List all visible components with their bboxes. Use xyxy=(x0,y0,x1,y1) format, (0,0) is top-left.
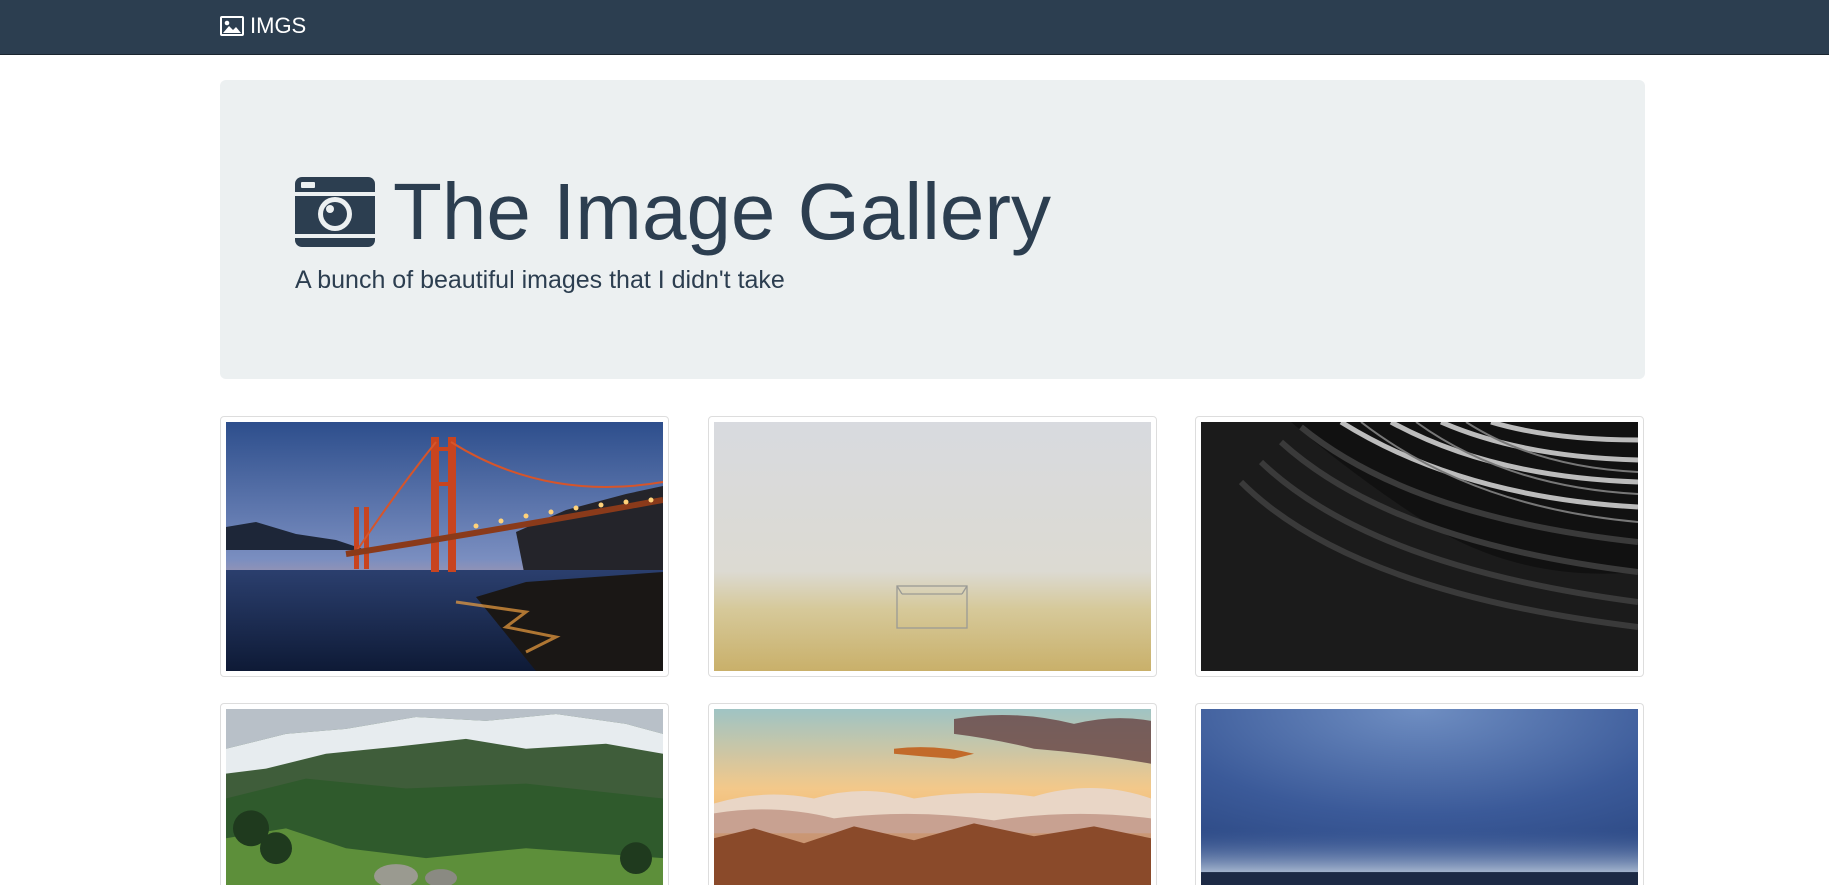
brand-link[interactable]: IMGS xyxy=(220,12,306,40)
thumbnail-4[interactable] xyxy=(220,703,669,885)
abstract-architecture-image xyxy=(1201,422,1638,671)
page-title-text: The Image Gallery xyxy=(393,167,1052,256)
snowy-mountains-image xyxy=(226,709,663,885)
thumbnail-6[interactable] xyxy=(1195,703,1644,885)
golden-gate-bridge-image xyxy=(226,422,663,671)
thumbnail-2[interactable] xyxy=(708,416,1157,677)
thumbnail-5[interactable] xyxy=(708,703,1157,885)
image-icon xyxy=(220,16,244,36)
thumbnail-1[interactable] xyxy=(220,416,669,677)
blue-sky-ocean-image xyxy=(1201,709,1638,885)
page-subtitle: A bunch of beautiful images that I didn'… xyxy=(295,266,785,294)
foggy-soccer-field-image xyxy=(714,422,1151,671)
thumbnail-3[interactable] xyxy=(1195,416,1644,677)
camera-icon xyxy=(295,177,375,247)
brand-label: IMGS xyxy=(250,13,307,38)
top-navbar: IMGS xyxy=(0,0,1829,55)
sunset-clouds-image xyxy=(714,709,1151,885)
jumbotron: The Image Gallery A bunch of beautiful i… xyxy=(220,80,1645,379)
page-title: The Image Gallery xyxy=(295,162,1051,262)
